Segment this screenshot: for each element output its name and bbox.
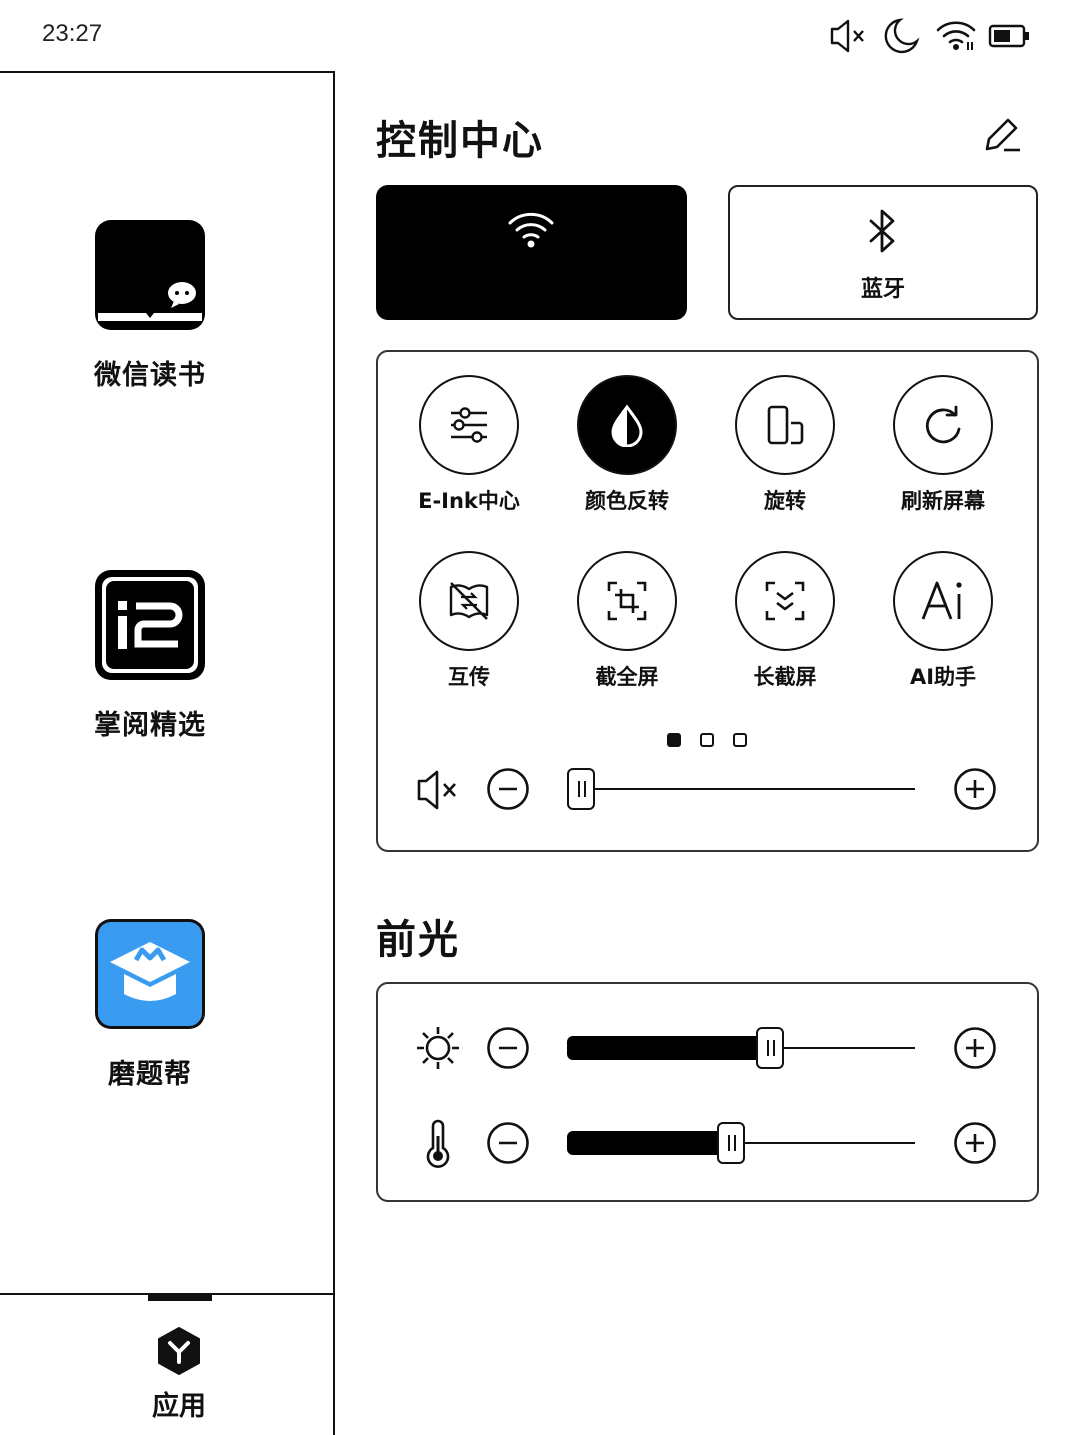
page-dot-2[interactable] xyxy=(700,733,714,747)
mute-icon xyxy=(417,770,456,810)
mute-icon xyxy=(830,19,864,53)
control-label: 旋转 xyxy=(764,489,806,513)
bluetooth-icon xyxy=(869,209,895,253)
dock-apps-label: 应用 xyxy=(152,1391,206,1422)
control-color-invert[interactable]: 颜色反转 xyxy=(552,375,702,515)
app-motibang[interactable]: 磨题帮 xyxy=(60,918,240,1091)
control-center-title: 控制中心 xyxy=(376,118,544,164)
control-eink-center[interactable]: E-Ink中心 xyxy=(394,375,544,515)
long-screenshot-icon xyxy=(765,581,805,621)
bluetooth-toggle[interactable]: 蓝牙 xyxy=(728,185,1038,320)
ireader-icon xyxy=(94,569,206,681)
control-label: 截全屏 xyxy=(595,665,659,689)
refresh-icon xyxy=(925,405,961,444)
control-long-screenshot[interactable]: 长截屏 xyxy=(710,551,860,691)
control-label: 互传 xyxy=(448,665,490,689)
wifi-icon xyxy=(936,21,976,50)
volume-increase-button[interactable] xyxy=(953,767,997,811)
wifi-icon xyxy=(508,212,554,248)
brightness-increase-button[interactable] xyxy=(953,1026,997,1070)
control-transfer[interactable]: 互传 xyxy=(394,551,544,691)
control-full-screenshot[interactable]: 截全屏 xyxy=(552,551,702,691)
warmth-increase-button[interactable] xyxy=(953,1121,997,1165)
control-label: 颜色反转 xyxy=(585,489,669,513)
control-label: 刷新屏幕 xyxy=(901,489,985,513)
page-dot-1[interactable] xyxy=(667,733,681,747)
warmth-slider-thumb[interactable] xyxy=(717,1122,745,1164)
volume-slider[interactable] xyxy=(567,766,915,812)
status-time: 23:27 xyxy=(42,20,103,47)
control-refresh-screen[interactable]: 刷新屏幕 xyxy=(868,375,1018,515)
warmth-decrease-button[interactable] xyxy=(486,1121,530,1165)
control-label: AI助手 xyxy=(909,665,977,689)
rotate-screen-icon xyxy=(767,405,804,445)
brightness-slider-fill xyxy=(567,1036,770,1060)
motibang-icon xyxy=(94,918,206,1030)
battery-icon xyxy=(988,24,1029,48)
wifi-toggle[interactable] xyxy=(376,185,687,320)
front-light-title: 前光 xyxy=(376,917,460,963)
app-label: 磨题帮 xyxy=(108,1059,192,1090)
control-rotate[interactable]: 旋转 xyxy=(710,375,860,515)
dock-apps-tab[interactable]: 应用 xyxy=(130,1326,228,1423)
volume-slider-thumb[interactable] xyxy=(567,768,595,810)
dock-active-indicator xyxy=(148,1295,212,1301)
control-label: 长截屏 xyxy=(753,665,817,689)
front-light-panel xyxy=(376,982,1039,1202)
apps-cube-icon xyxy=(158,1327,200,1375)
wechat-read-icon xyxy=(94,219,206,331)
brightness-decrease-button[interactable] xyxy=(486,1026,530,1070)
sun-icon xyxy=(417,1027,459,1069)
sliders-icon xyxy=(451,407,487,443)
page-dot-3[interactable] xyxy=(733,733,747,747)
app-label: 掌阅精选 xyxy=(94,710,206,741)
app-label: 微信读书 xyxy=(94,360,206,391)
moon-icon xyxy=(884,18,920,54)
thermometer-icon xyxy=(426,1119,450,1168)
crop-icon xyxy=(607,581,647,621)
drop-icon xyxy=(611,404,643,447)
brightness-slider-thumb[interactable] xyxy=(756,1027,784,1069)
app-wechat-read[interactable]: 微信读书 xyxy=(60,219,240,392)
warmth-slider[interactable] xyxy=(567,1120,915,1166)
transfer-icon xyxy=(449,582,489,620)
volume-decrease-button[interactable] xyxy=(486,767,530,811)
warmth-slider-fill xyxy=(567,1131,731,1155)
control-label: E-Ink中心 xyxy=(418,489,520,513)
ai-icon xyxy=(921,581,962,620)
bluetooth-label: 蓝牙 xyxy=(860,277,905,302)
app-ireader[interactable]: 掌阅精选 xyxy=(60,569,240,742)
brightness-slider[interactable] xyxy=(567,1025,915,1071)
edit-icon[interactable] xyxy=(978,110,1026,158)
control-ai-assistant[interactable]: AI助手 xyxy=(868,551,1018,691)
